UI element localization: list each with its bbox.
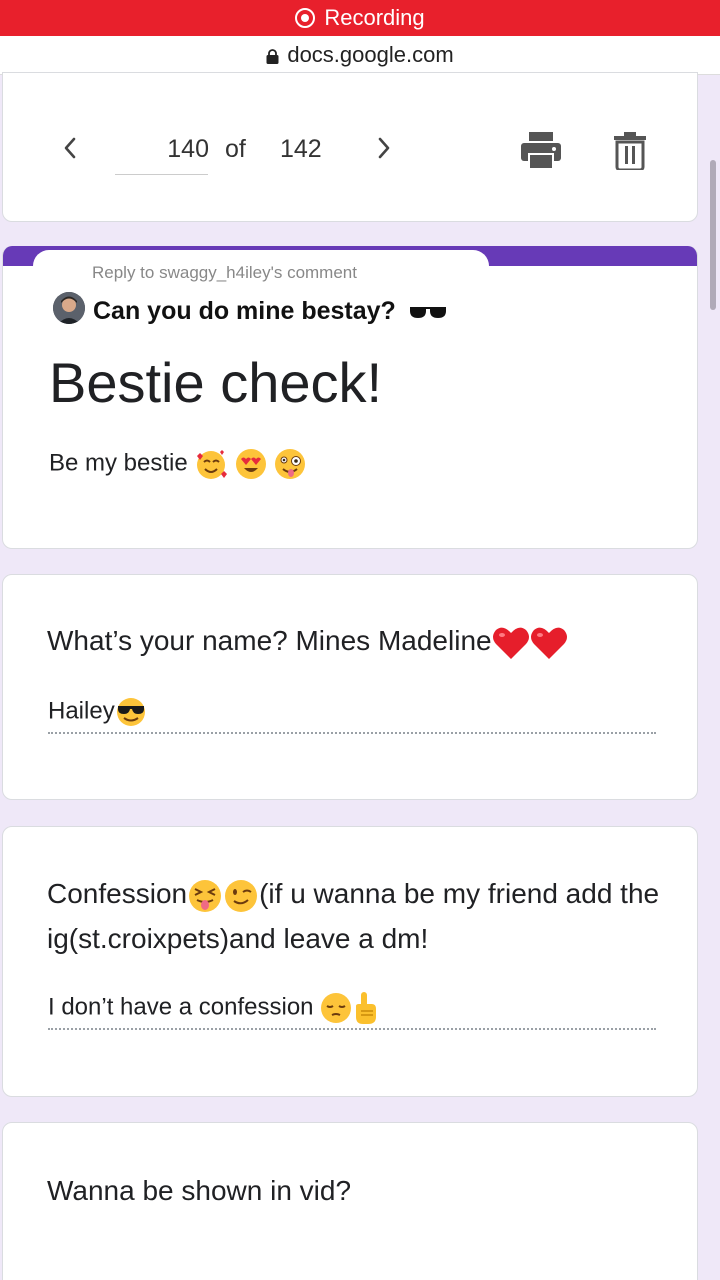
page-input-underline <box>115 174 208 175</box>
red-heart-icon <box>492 627 529 659</box>
current-response-number[interactable]: 140 <box>118 135 211 164</box>
form-description: Be my bestie <box>49 448 306 480</box>
question-card-shown-in-vid: Wanna be shown in vid? <box>2 1122 698 1280</box>
smiling-face-hearts-icon <box>197 450 228 479</box>
previous-response-button[interactable] <box>55 133 85 163</box>
answer-text: I don’t have a confession <box>48 991 378 1025</box>
question-title-text: What’s your name? Mines Madeline <box>47 625 492 656</box>
pensive-face-icon <box>321 993 352 1023</box>
squinting-tongue-icon <box>189 879 222 912</box>
comment-label: Can you do mine bestay? <box>93 297 396 325</box>
response-navigation-card: 140 of 142 <box>2 72 698 222</box>
recording-label: Recording <box>324 5 425 30</box>
reply-to-label: Reply to swaggy_h4iley's comment <box>92 263 357 282</box>
delete-response-button[interactable] <box>613 132 647 172</box>
form-description-text: Be my bestie <box>49 449 188 477</box>
next-response-button[interactable] <box>369 133 399 163</box>
page-scrollbar[interactable] <box>710 160 716 310</box>
answer-underline <box>48 732 656 734</box>
print-button[interactable] <box>520 132 562 170</box>
url-text: docs.google.com <box>287 42 454 67</box>
heart-eyes-icon <box>236 449 267 479</box>
recording-indicator[interactable]: Recording <box>0 0 720 36</box>
record-icon <box>295 8 316 28</box>
winking-face-icon <box>225 879 258 912</box>
answer-value: Hailey <box>48 697 115 725</box>
total-responses: 142 <box>280 135 322 163</box>
chevron-left-icon <box>64 137 76 159</box>
question-title: Confession (if u wanna be my friend add t… <box>47 871 667 961</box>
form-title: Bestie check! <box>49 351 383 414</box>
answer-value: I don’t have a confession <box>48 993 314 1021</box>
zany-face-icon <box>274 449 305 479</box>
chevron-right-icon <box>378 137 390 159</box>
question-card-confession: Confession (if u wanna be my friend add t… <box>2 826 698 1097</box>
question-title: Wanna be shown in vid? <box>47 1175 352 1206</box>
form-header-card: Reply to swaggy_h4iley's comment Can you… <box>2 246 698 549</box>
red-heart-icon <box>530 627 567 659</box>
sunglasses-icon <box>409 307 446 319</box>
question-card-name: What’s your name? Mines Madeline Hailey <box>2 574 698 800</box>
lock-icon <box>266 48 279 64</box>
answer-text: Hailey <box>48 697 147 727</box>
question-title-text-start: Confession <box>47 878 188 909</box>
address-bar[interactable]: docs.google.com <box>0 36 720 75</box>
question-title: What’s your name? Mines Madeline <box>47 618 667 663</box>
pointing-up-icon <box>356 992 377 1024</box>
print-icon <box>521 132 561 170</box>
cool-face-icon <box>116 698 145 726</box>
trash-icon <box>614 132 646 172</box>
page-of-label: of <box>225 135 246 163</box>
answer-underline <box>48 1028 656 1030</box>
commenter-avatar[interactable] <box>53 292 85 324</box>
comment-text: Can you do mine bestay? <box>93 297 447 326</box>
